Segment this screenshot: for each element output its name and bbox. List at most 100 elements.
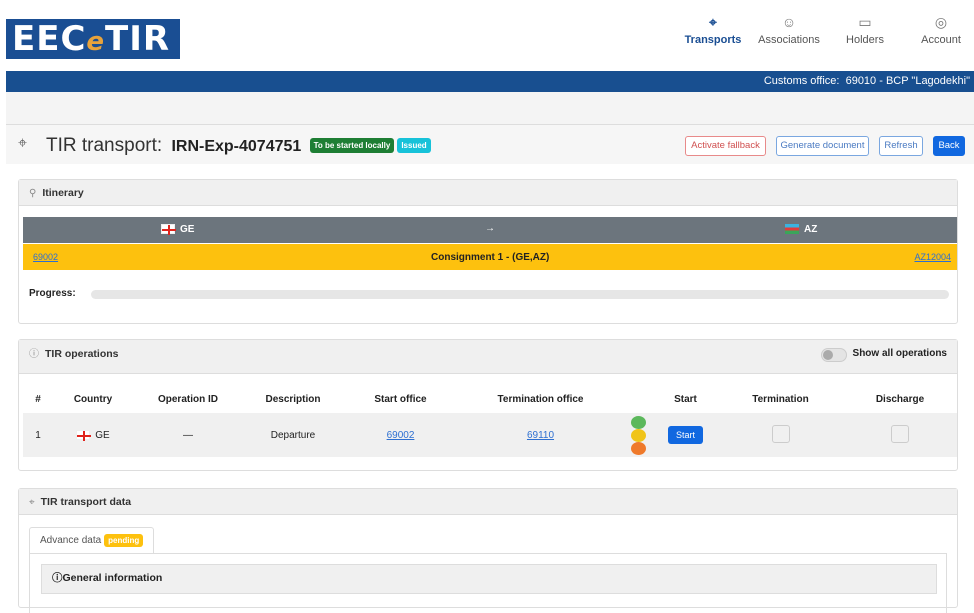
tab-label: Advance data xyxy=(40,535,102,546)
progress-label: Progress: xyxy=(29,288,76,299)
destination-country: AZ xyxy=(785,224,817,235)
nav-label: Transports xyxy=(684,34,742,46)
customs-label: Customs office: xyxy=(763,75,840,87)
col-country: Country xyxy=(73,393,113,405)
col-start-office: Start office xyxy=(374,393,427,405)
nav-transports[interactable]: ⌖ Transports xyxy=(680,14,746,46)
spacer-strip xyxy=(6,92,974,124)
row-start-office: 69002 xyxy=(343,413,458,457)
georgia-flag-icon xyxy=(76,429,92,441)
itinerary-card: ⚲ Itinerary GE → AZ 69002 Consignment 1 -… xyxy=(18,179,958,324)
transport-data-title: TIR transport data xyxy=(40,496,132,508)
row-start: Start xyxy=(653,413,718,457)
logo-text-post: TIR xyxy=(105,19,171,59)
row-discharge xyxy=(843,413,957,457)
col-termination: Termination xyxy=(752,393,809,405)
users-icon: ☺ xyxy=(781,14,797,30)
transport-data-card: ⌖ TIR transport data Advance data pending … xyxy=(18,488,958,613)
pending-badge: pending xyxy=(104,534,144,547)
consignment-row: 69002 Consignment 1 - (GE,AZ) AZ12004 xyxy=(23,244,957,270)
nav-holders[interactable]: ▭ Holders xyxy=(832,14,898,46)
account-icon: ◎ xyxy=(934,14,948,30)
col-discharge: Discharge xyxy=(875,393,925,405)
transport-id: IRN-Exp-4074751 xyxy=(171,138,302,155)
green-light xyxy=(630,415,646,429)
page-title-bar: ⌖ TIR transport: IRN-Exp-4074751 To be s… xyxy=(6,124,974,164)
origin-country: GE xyxy=(161,224,195,236)
origin-code: GE xyxy=(180,224,195,235)
termination-office-link[interactable]: 69110 xyxy=(527,430,554,441)
show-all-label: Show all operations xyxy=(852,348,947,359)
page-title: TIR transport: IRN-Exp-4074751 To be sta… xyxy=(46,135,431,157)
col-num: # xyxy=(35,393,41,405)
itinerary-title: Itinerary xyxy=(42,187,84,199)
logo-text-e: e xyxy=(86,27,106,57)
customs-office-bar: Customs office: 69010 - BCP "Lagodekhi" xyxy=(6,71,974,92)
consignment-label[interactable]: Consignment 1 - (GE,AZ) xyxy=(431,252,549,263)
general-info-title: General information xyxy=(62,572,163,584)
yellow-light xyxy=(630,428,646,442)
tab-advance-data[interactable]: Advance data pending xyxy=(29,527,155,553)
operations-header: ⓘ TIR operations xyxy=(19,340,957,374)
col-termination-office: Termination office xyxy=(497,393,584,405)
table-row: 1 GE — Departure 69002 69110 Start xyxy=(23,413,957,457)
generate-document-button[interactable]: Generate document xyxy=(776,136,869,156)
status-badge-issued: Issued xyxy=(397,138,431,154)
top-bar: EECeTIR ⌖ Transports ☺ Associations ▭ Holde… xyxy=(0,0,974,71)
itinerary-header: ⚲ Itinerary xyxy=(19,180,957,206)
row-description: Departure xyxy=(243,413,343,457)
start-office-link[interactable]: 69002 xyxy=(33,252,58,262)
orange-light xyxy=(630,441,646,455)
general-info-header: ⓘGeneral information xyxy=(41,564,937,594)
customs-value: 69010 - BCP "Lagodekhi" xyxy=(845,75,970,87)
row-country: GE xyxy=(53,413,133,457)
destination-code: AZ xyxy=(804,224,818,235)
transport-data-header: ⌖ TIR transport data xyxy=(19,489,957,515)
termination-checkbox[interactable] xyxy=(771,424,790,443)
nav-label: Holders xyxy=(846,34,884,46)
logo-text-pre: EEC xyxy=(12,19,87,59)
eectir-logo[interactable]: EECeTIR xyxy=(6,19,180,59)
operations-title: TIR operations xyxy=(45,348,119,360)
map-icon: ⌖ xyxy=(29,497,35,508)
id-card-icon: ▭ xyxy=(858,14,872,30)
activate-fallback-button[interactable]: Activate fallback xyxy=(685,136,766,156)
row-termination-office: 69110 xyxy=(458,413,623,457)
nav-label: Account xyxy=(921,34,961,46)
col-status xyxy=(623,385,653,413)
arrow-icon: → xyxy=(485,223,495,234)
info-icon: ⓘ xyxy=(29,349,39,360)
progress-bar xyxy=(91,290,949,299)
traffic-light-icon xyxy=(630,415,646,455)
back-button[interactable]: Back xyxy=(933,136,965,156)
start-button[interactable]: Start xyxy=(667,426,703,444)
map-icon: ⌖ xyxy=(709,14,717,30)
discharge-checkbox[interactable] xyxy=(891,424,909,443)
col-start: Start xyxy=(674,393,697,405)
table-header-row: # Country Operation ID Description Start… xyxy=(23,385,957,413)
title-label: TIR transport: xyxy=(46,135,163,156)
start-office-link[interactable]: 69002 xyxy=(387,430,415,441)
status-badge-local: To be started locally xyxy=(309,138,395,154)
nav-label: Associations xyxy=(758,34,820,46)
show-all-toggle[interactable] xyxy=(821,348,847,362)
map-icon: ⌖ xyxy=(18,135,28,152)
georgia-flag-icon xyxy=(161,224,176,236)
info-icon: ⓘ xyxy=(52,572,63,584)
nav-account[interactable]: ◎ Account xyxy=(908,14,974,46)
operations-table: # Country Operation ID Description Start… xyxy=(23,385,957,457)
col-operation-id: Operation ID xyxy=(157,393,218,405)
operations-card: ⓘ TIR operations Show all operations # Co… xyxy=(18,339,958,471)
row-country-code: GE xyxy=(95,429,110,441)
refresh-button[interactable]: Refresh xyxy=(879,136,923,156)
itinerary-route-row: GE → AZ xyxy=(23,217,957,243)
row-status-lights xyxy=(623,413,653,457)
row-num: 1 xyxy=(23,413,53,457)
azerbaijan-flag-icon xyxy=(785,224,799,235)
row-termination xyxy=(718,413,843,457)
row-operation-id: — xyxy=(133,413,243,457)
main-nav: ⌖ Transports ☺ Associations ▭ Holders ◎ Acco… xyxy=(670,14,974,46)
nav-associations[interactable]: ☺ Associations xyxy=(756,14,822,46)
end-office-link[interactable]: AZ12004 xyxy=(914,252,951,262)
route-icon: ⚲ xyxy=(29,188,37,199)
